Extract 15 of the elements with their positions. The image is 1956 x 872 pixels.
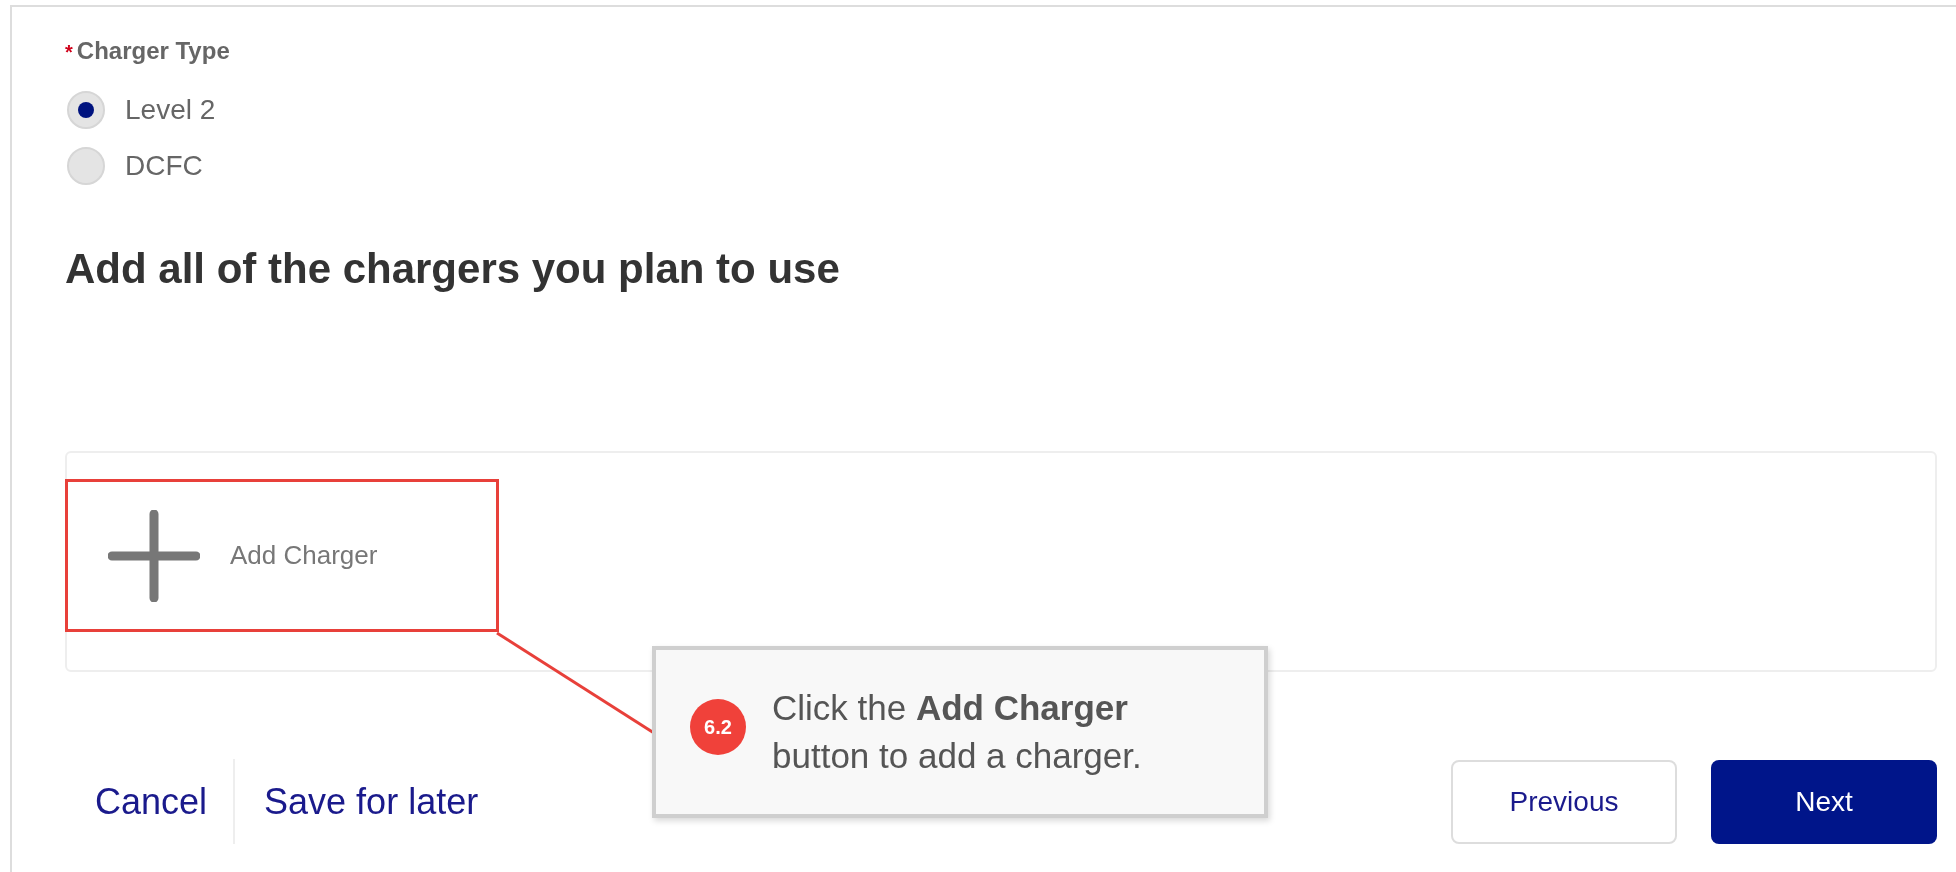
cancel-link[interactable]: Cancel	[95, 780, 208, 823]
section-heading: Add all of the chargers you plan to use	[65, 244, 841, 294]
step-badge: 6.2	[690, 699, 746, 755]
previous-button[interactable]: Previous	[1451, 759, 1677, 844]
radio-label: DCFC	[125, 150, 203, 182]
radio-label: Level 2	[125, 94, 216, 126]
plus-icon	[108, 509, 200, 602]
required-mark: *	[65, 40, 73, 65]
save-link[interactable]: Save for later	[264, 780, 479, 823]
field-label: Charger Type	[76, 37, 230, 65]
next-button[interactable]: Next	[1711, 759, 1937, 844]
add-charger-button[interactable]: Add Charger	[65, 479, 499, 632]
radio-button[interactable]	[67, 91, 105, 129]
callout-text: Click the Add Charger button to add a charger.	[772, 687, 1143, 777]
radio-button[interactable]	[67, 147, 105, 185]
